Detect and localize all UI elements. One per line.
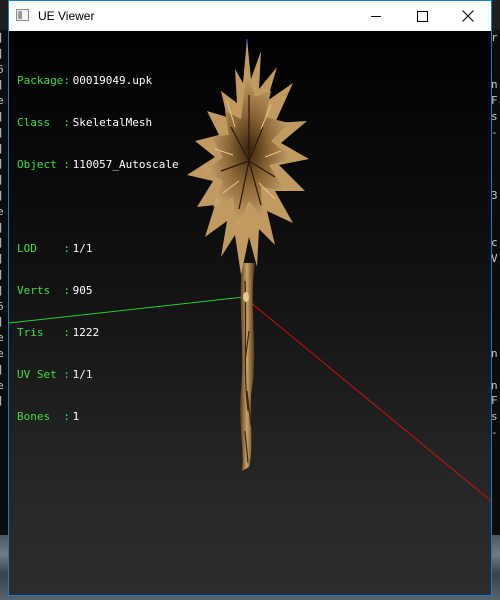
- console-left-glyph: ]: [0, 267, 5, 283]
- info-bones-row: Bones : 1: [17, 410, 179, 424]
- mesh-info-overlay: Package: 00019049.upk Class : SkeletalMe…: [17, 46, 179, 452]
- info-lod-row: LOD : 1/1: [17, 242, 179, 256]
- info-bones-label: Bones :: [17, 410, 70, 423]
- console-right-glyph: [492, 267, 499, 283]
- console-right-glyph: [492, 62, 499, 78]
- info-tris-row: Tris : 1222: [17, 326, 179, 340]
- info-object-row: Object : 110057_Autoscale: [17, 158, 179, 172]
- console-right-glyph: [492, 330, 499, 346]
- console-right-glyph: [492, 220, 499, 236]
- console-left-glyph: ]: [0, 172, 5, 188]
- info-lod-label: LOD :: [17, 242, 70, 255]
- info-verts-label: Verts :: [17, 284, 70, 297]
- mesh-head: [187, 39, 309, 275]
- console-right-glyph: n: [492, 78, 498, 92]
- close-button[interactable]: [445, 1, 491, 31]
- title-bar[interactable]: UE Viewer: [9, 1, 491, 31]
- info-verts-row: Verts : 905: [17, 284, 179, 298]
- console-right-glyph: c: [492, 236, 498, 250]
- info-lod-value: 1/1: [72, 242, 93, 255]
- console-left-glyph: ]: [0, 77, 5, 93]
- maximize-button[interactable]: [399, 1, 445, 31]
- info-object-label: Object :: [17, 158, 70, 171]
- console-right-glyph: s: [492, 109, 498, 123]
- console-left-glyph: e: [0, 346, 4, 360]
- console-right-glyph: n: [492, 346, 498, 360]
- console-right-glyph: F: [492, 394, 498, 408]
- window-title: UE Viewer: [38, 9, 95, 23]
- console-right-glyph: [492, 46, 499, 62]
- console-right-glyph: [492, 156, 499, 172]
- console-right-glyph: [492, 204, 499, 220]
- console-left-glyph: ]: [0, 393, 5, 409]
- console-left-glyph: e: [0, 331, 4, 345]
- console-left-glyph: e: [0, 94, 4, 108]
- console-left-glyph: ]: [0, 109, 5, 125]
- console-right-glyph: [492, 362, 499, 378]
- ue-viewer-window[interactable]: UE Viewer Package: 00019049.upk Class: …: [8, 0, 492, 596]
- console-left-glyph: ]: [0, 251, 5, 267]
- console-left-glyph: ]: [0, 188, 5, 204]
- console-left-glyph: e: [0, 378, 4, 392]
- console-right-glyph: [492, 299, 499, 315]
- console-left-glyph: ]: [0, 362, 5, 378]
- console-left-glyph: ]: [0, 125, 5, 141]
- info-tris-value: 1222: [72, 326, 100, 339]
- mesh-joint: [243, 292, 249, 302]
- info-package-label: Package:: [17, 74, 70, 87]
- 3d-viewport[interactable]: Package: 00019049.upk Class : SkeletalMe…: [9, 31, 491, 595]
- console-left-glyph: ]: [0, 141, 5, 157]
- console-left-glyph: ]: [0, 46, 5, 62]
- console-right-glyph: [492, 283, 499, 299]
- info-class-value: SkeletalMesh: [72, 116, 153, 129]
- info-verts-value: 905: [72, 284, 93, 297]
- info-uvset-value: 1/1: [72, 368, 93, 381]
- info-bones-value: 1: [72, 410, 80, 423]
- console-right-glyph: r: [492, 31, 498, 44]
- info-class-row: Class : SkeletalMesh: [17, 116, 179, 130]
- console-left-glyph: ]: [0, 156, 5, 172]
- info-package-value: 00019049.upk: [72, 74, 153, 87]
- console-right-glyph: -: [492, 125, 499, 141]
- axis-x-line: [243, 296, 491, 502]
- close-icon: [462, 10, 474, 22]
- maximize-icon: [416, 10, 428, 22]
- minimize-icon: [371, 15, 381, 17]
- console-left-glyph: 6: [0, 299, 4, 313]
- console-left-glyph: e: [0, 204, 4, 218]
- console-left-glyph: ]: [0, 30, 5, 46]
- console-left-glyph: ]: [0, 314, 5, 330]
- info-class-label: Class :: [17, 116, 70, 129]
- console-right-glyph: n: [492, 378, 498, 392]
- console-right-glyph: [492, 172, 499, 188]
- info-package-row: Package: 00019049.upk: [17, 74, 179, 88]
- console-right-glyph: s: [492, 410, 498, 424]
- console-left-glyph: ]: [0, 283, 5, 299]
- background-console-left: ]]6]e]]]]]]e]]]]]6]ee]e]: [0, 30, 8, 600]
- app-icon[interactable]: [16, 9, 29, 21]
- console-left-glyph: ]: [0, 220, 5, 236]
- info-uvset-label: UV Set :: [17, 368, 70, 381]
- info-object-value: 110057_Autoscale: [72, 158, 179, 171]
- info-tris-label: Tris :: [17, 326, 70, 339]
- console-right-glyph: V: [492, 252, 498, 266]
- console-left-glyph: 6: [0, 62, 4, 76]
- info-uvset-row: UV Set : 1/1: [17, 368, 179, 382]
- console-right-glyph: -: [492, 425, 499, 441]
- console-right-glyph: 3: [492, 188, 498, 202]
- console-right-glyph: F: [492, 94, 498, 108]
- console-right-glyph: [492, 314, 499, 330]
- console-right-glyph: [492, 141, 499, 157]
- console-left-glyph: ]: [0, 235, 5, 251]
- minimize-button[interactable]: [353, 1, 399, 31]
- background-console-right: r nFs- 3 cV n nFs-: [492, 30, 500, 600]
